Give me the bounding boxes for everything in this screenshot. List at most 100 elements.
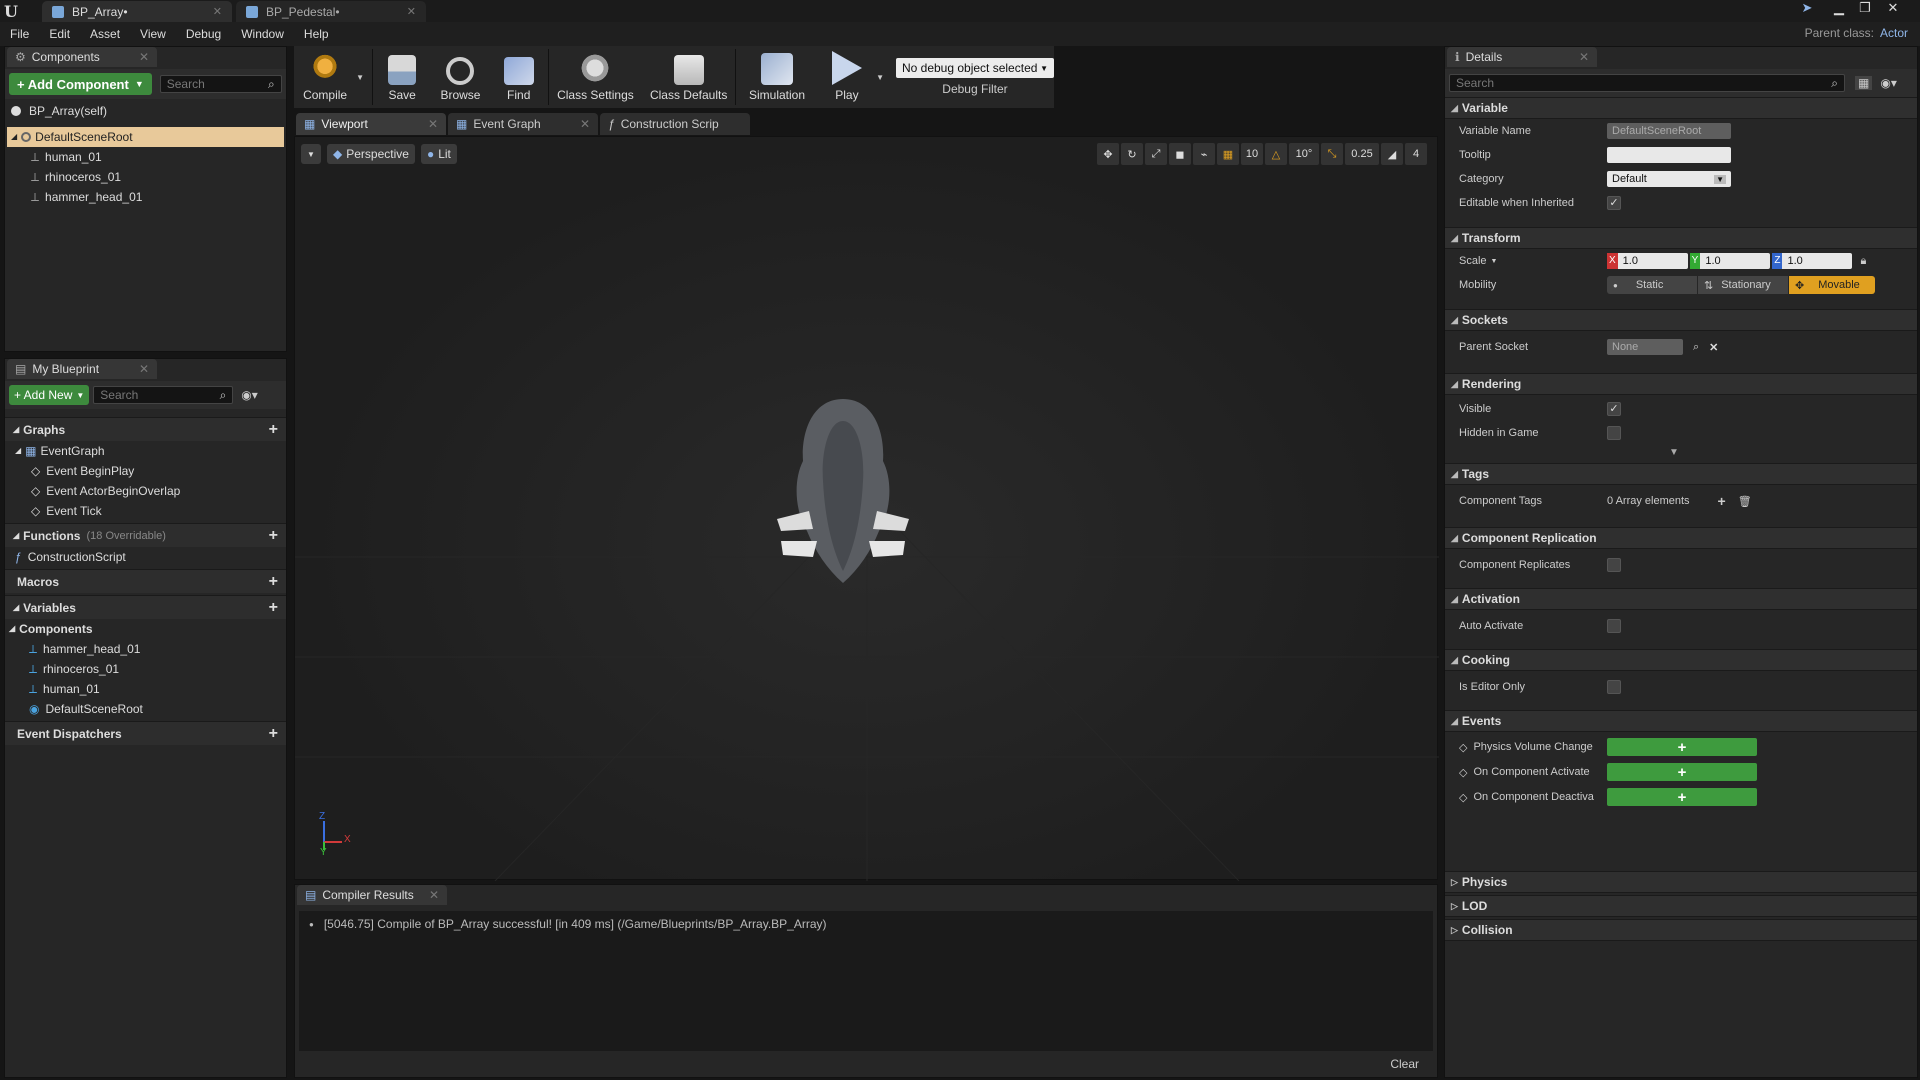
components-search-input[interactable]: Search ⌕ (159, 75, 282, 93)
eye-icon[interactable]: ◉▾ (241, 388, 258, 402)
variable-item-human[interactable]: ⟂ human_01 (29, 679, 100, 699)
world-local-icon[interactable]: ◼ (1169, 143, 1191, 165)
lit-button[interactable]: ● Lit (420, 144, 457, 164)
perspective-button[interactable]: ◆ Perspective (327, 144, 415, 164)
section-physics[interactable]: ▷ Physics (1445, 871, 1917, 893)
expand-advanced-icon[interactable]: ▼ (1669, 447, 1679, 458)
my-blueprint-search-input[interactable]: Search ⌕ (93, 386, 234, 404)
add-component-deactivated-event-button[interactable]: + (1607, 788, 1757, 806)
eye-icon[interactable]: ◉▾ (1880, 76, 1897, 90)
menu-window[interactable]: Window (231, 22, 294, 46)
editable-inherited-checkbox[interactable]: ✓ (1607, 196, 1621, 210)
add-graph-icon[interactable]: + (269, 421, 278, 439)
tab-construction-script[interactable]: ƒ Construction Scrip (600, 113, 750, 135)
class-defaults-button[interactable]: Class Defaults (642, 48, 735, 106)
section-graphs[interactable]: ◢ Graphs + (5, 417, 286, 441)
property-matrix-icon[interactable]: ▦ (1855, 76, 1873, 90)
rotation-snap-icon[interactable]: △ (1265, 143, 1287, 165)
camera-speed-icon[interactable]: ◢ (1381, 143, 1403, 165)
browse-button[interactable]: Browse (431, 48, 489, 106)
add-element-icon[interactable]: + (1718, 493, 1726, 509)
section-lod[interactable]: ▷ LOD (1445, 895, 1917, 917)
class-settings-button[interactable]: Class Settings (549, 48, 642, 106)
play-options-icon[interactable]: ▼ (876, 73, 884, 82)
grid-snap-icon[interactable]: ▦ (1217, 143, 1239, 165)
viewport[interactable]: ▼ ◆ Perspective ● Lit ✥ ↻ ⤢ ◼ ⌁ ▦ 10 △ 1… (294, 136, 1439, 881)
simulation-button[interactable]: Simulation (736, 48, 818, 106)
add-macro-icon[interactable]: + (269, 573, 278, 591)
rhinoceros-mesh[interactable] (773, 391, 913, 591)
scale-mode-icon[interactable]: ⤢ (1145, 143, 1167, 165)
document-tab-bp-array[interactable]: BP_Array• ✕ (42, 1, 232, 22)
tree-item-default-scene-root[interactable]: ◢ DefaultSceneRoot (7, 127, 284, 147)
tree-item-rhinoceros[interactable]: ⟂ rhinoceros_01 (31, 167, 121, 187)
notification-icon[interactable]: ➤ (1796, 0, 1818, 18)
function-item-construction-script[interactable]: ƒ ConstructionScript (15, 547, 126, 567)
search-icon[interactable]: ⌕ (1693, 341, 1699, 354)
add-component-button[interactable]: + Add Component ▼ (9, 73, 152, 95)
close-icon[interactable]: ✕ (213, 5, 222, 18)
lock-icon[interactable]: 🔒︎ (1860, 255, 1866, 268)
editor-only-checkbox[interactable] (1607, 680, 1621, 694)
menu-asset[interactable]: Asset (80, 22, 130, 46)
tab-my-blueprint[interactable]: ▤ My Blueprint ✕ (7, 359, 157, 379)
section-activation[interactable]: ◢ Activation (1445, 588, 1917, 610)
section-transform[interactable]: ◢ Transform (1445, 227, 1917, 249)
add-function-icon[interactable]: + (269, 527, 278, 545)
clear-icon[interactable]: ✕ (1709, 341, 1718, 354)
variable-category-components[interactable]: ◢ Components (9, 619, 93, 639)
close-icon[interactable]: ✕ (407, 5, 416, 18)
section-rendering[interactable]: ◢ Rendering (1445, 373, 1917, 395)
add-variable-icon[interactable]: + (269, 599, 278, 617)
document-tab-bp-pedestal[interactable]: BP_Pedestal• ✕ (236, 1, 426, 22)
section-cooking[interactable]: ◢ Cooking (1445, 649, 1917, 671)
auto-activate-checkbox[interactable] (1607, 619, 1621, 633)
debug-object-select[interactable]: No debug object selected ▼ (895, 58, 1054, 78)
minimize-icon[interactable]: ▁ (1828, 0, 1850, 18)
camera-speed-value[interactable]: 4 (1405, 143, 1427, 165)
close-icon[interactable]: ✕ (580, 117, 590, 131)
trash-icon[interactable]: 🗑︎ (1738, 495, 1752, 508)
menu-help[interactable]: Help (294, 22, 339, 46)
section-component-replication[interactable]: ◢ Component Replication (1445, 527, 1917, 549)
close-window-icon[interactable]: ✕ (1882, 0, 1904, 18)
tree-item-human[interactable]: ⟂ human_01 (31, 147, 102, 167)
category-select[interactable]: Default ▼ (1607, 171, 1731, 187)
variable-item-rhinoceros[interactable]: ⟂ rhinoceros_01 (29, 659, 119, 679)
section-tags[interactable]: ◢ Tags (1445, 463, 1917, 485)
section-collision[interactable]: ▷ Collision (1445, 919, 1917, 941)
graph-item-event-graph[interactable]: ◢ ▦ EventGraph (15, 441, 105, 461)
menu-edit[interactable]: Edit (39, 22, 80, 46)
close-icon[interactable]: ✕ (139, 362, 149, 376)
variable-name-field[interactable]: DefaultSceneRoot (1607, 123, 1731, 139)
menu-file[interactable]: File (0, 22, 39, 46)
viewport-options-button[interactable]: ▼ (301, 144, 321, 164)
translate-mode-icon[interactable]: ✥ (1097, 143, 1119, 165)
add-dispatcher-icon[interactable]: + (269, 725, 278, 743)
variable-item-default-scene-root[interactable]: ◉ DefaultSceneRoot (29, 699, 143, 719)
surface-snap-icon[interactable]: ⌁ (1193, 143, 1215, 165)
tab-details[interactable]: ℹ Details ✕ (1447, 47, 1597, 67)
section-event-dispatchers[interactable]: Event Dispatchers + (5, 721, 286, 745)
play-button[interactable]: Play (818, 48, 876, 106)
mobility-movable[interactable]: ✥ Movable (1789, 276, 1875, 294)
rotation-snap-value[interactable]: 10° (1289, 143, 1319, 165)
section-events[interactable]: ◢ Events (1445, 710, 1917, 732)
scale-z-field[interactable]: 1.0 (1782, 253, 1853, 269)
close-icon[interactable]: ✕ (428, 117, 438, 131)
save-button[interactable]: Save (373, 48, 431, 106)
component-replicates-checkbox[interactable] (1607, 558, 1621, 572)
scale-snap-icon[interactable]: ⤡ (1321, 143, 1343, 165)
tooltip-field[interactable] (1607, 147, 1731, 163)
tab-components[interactable]: ⚙ Components ✕ (7, 47, 157, 67)
clear-button[interactable]: Clear (1390, 1057, 1419, 1071)
section-macros[interactable]: Macros + (5, 569, 286, 593)
compile-button[interactable]: Compile (294, 48, 356, 106)
rotate-mode-icon[interactable]: ↻ (1121, 143, 1143, 165)
menu-debug[interactable]: Debug (176, 22, 231, 46)
tab-viewport[interactable]: ▦ Viewport ✕ (296, 113, 446, 135)
section-variable[interactable]: ◢ Variable (1445, 97, 1917, 119)
scale-x-field[interactable]: 1.0 (1617, 253, 1688, 269)
mobility-stationary[interactable]: ⇅ Stationary (1698, 276, 1788, 294)
scale-snap-value[interactable]: 0.25 (1345, 143, 1379, 165)
